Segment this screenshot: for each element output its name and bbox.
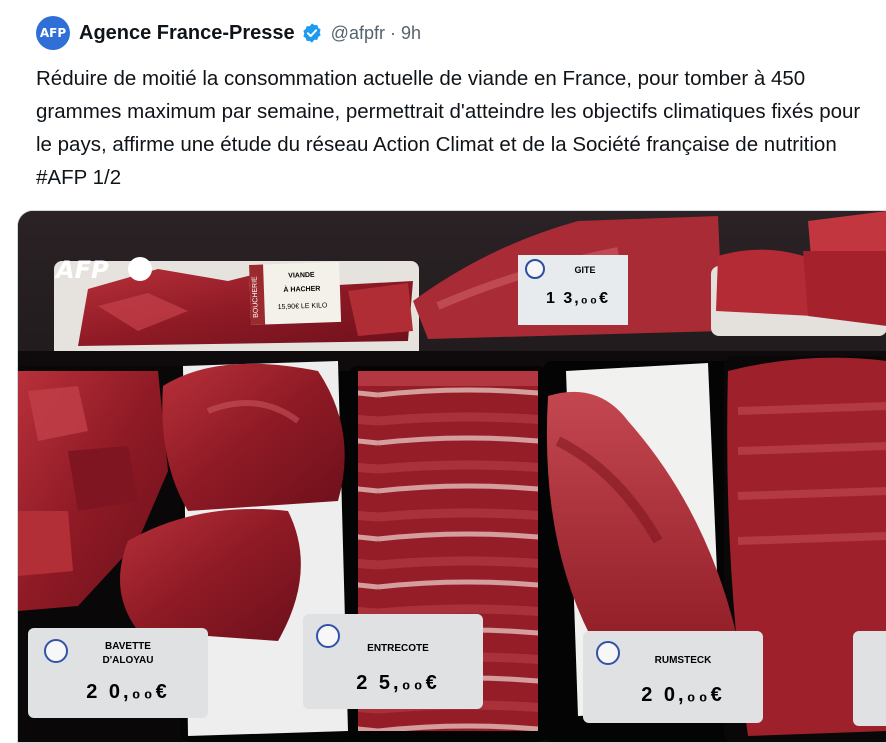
tweet-header: AFP Agence France-Presse @afpfr · 9h	[36, 16, 421, 50]
verified-badge-icon	[301, 22, 323, 44]
svg-text:VIANDE: VIANDE	[288, 272, 315, 280]
label-bavette: BAVETTE D'ALOYAU 2 0,₀₀€	[28, 628, 208, 718]
label-viande-hacher: BOUCHERIE VIANDE À HACHER 15,90€ LE KILO	[249, 261, 342, 326]
label-entrecote: ENTRECOTE 2 5,₀₀€	[303, 614, 483, 709]
svg-text:1 3,₀₀€: 1 3,₀₀€	[546, 290, 610, 307]
separator: ·	[389, 22, 396, 43]
timestamp[interactable]: 9h	[401, 23, 421, 44]
svg-text:2 0,₀₀€: 2 0,₀₀€	[641, 684, 725, 706]
svg-text:BAVETTE: BAVETTE	[105, 641, 151, 652]
author-handle[interactable]: @afpfr	[331, 23, 385, 44]
svg-text:AFP: AFP	[54, 256, 109, 284]
tweet-text: Réduire de moitié la consommation actuel…	[36, 67, 861, 189]
svg-text:D'ALOYAU: D'ALOYAU	[103, 655, 154, 666]
label-rumsteck: RUMSTECK 2 0,₀₀€	[583, 631, 763, 723]
tweet-image[interactable]: BOUCHERIE VIANDE À HACHER 15,90€ LE KILO…	[17, 210, 886, 743]
author-name[interactable]: Agence France-Presse	[79, 22, 295, 45]
svg-text:ENTRECOTE: ENTRECOTE	[367, 643, 429, 654]
svg-text:BOUCHERIE: BOUCHERIE	[251, 276, 259, 318]
svg-text:2 5,₀₀€: 2 5,₀₀€	[356, 672, 440, 694]
svg-text:RUMSTECK: RUMSTECK	[655, 655, 712, 666]
afp-watermark: AFP	[54, 256, 152, 284]
svg-text:GITE: GITE	[574, 265, 595, 275]
svg-text:2 0,₀₀€: 2 0,₀₀€	[86, 681, 170, 703]
avatar[interactable]: AFP	[36, 16, 70, 50]
